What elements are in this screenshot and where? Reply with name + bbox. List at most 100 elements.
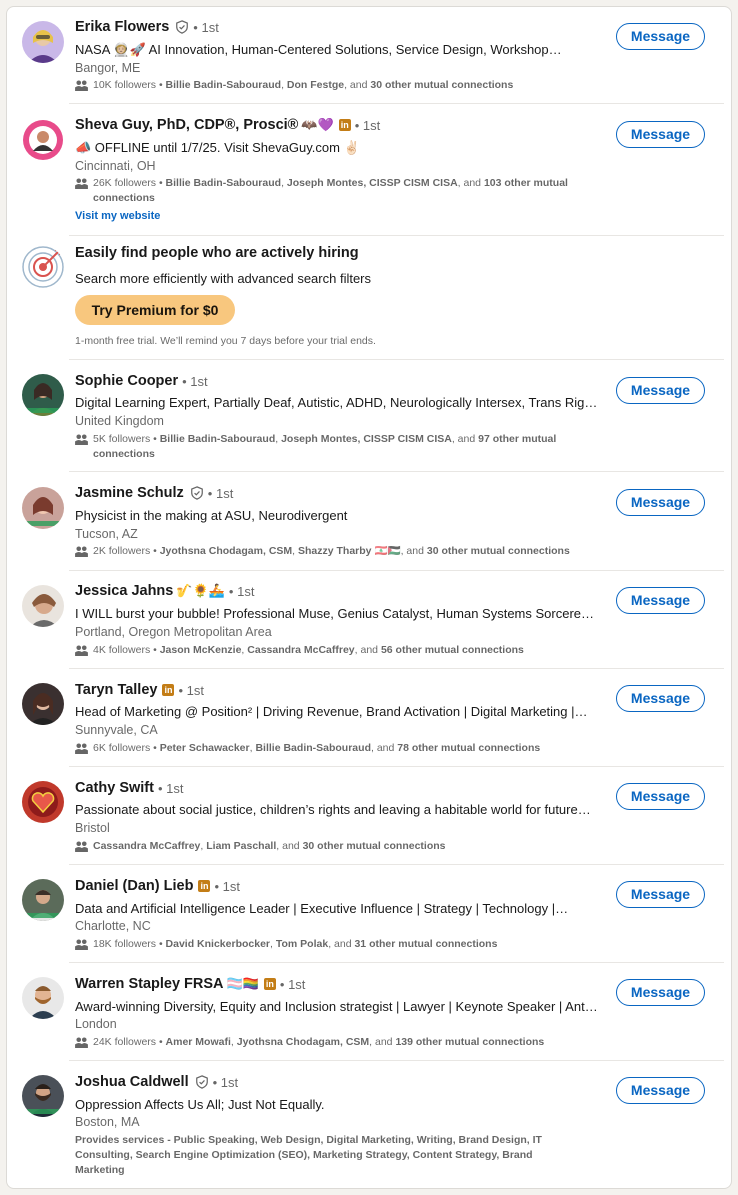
- mutual-connections[interactable]: 10K followers • Billie Badin-Sabouraud, …: [75, 78, 595, 93]
- divider: [69, 471, 724, 472]
- connection-degree: • 1st: [228, 583, 255, 599]
- mutual-connections[interactable]: 4K followers • Jason McKenzie, Cassandra…: [75, 643, 595, 658]
- promo-subtitle: Search more efficiently with advanced se…: [75, 271, 372, 286]
- message-button[interactable]: Message: [616, 881, 705, 908]
- visit-website-link[interactable]: Visit my website: [75, 210, 160, 222]
- follower-count: 5K followers: [93, 433, 151, 445]
- person-location: Bristol: [75, 821, 110, 835]
- divider: [69, 668, 724, 669]
- linkedin-premium-icon: in: [338, 119, 351, 131]
- divider: [69, 766, 724, 767]
- divider: [69, 103, 724, 104]
- person-name[interactable]: Joshua Caldwell: [75, 1074, 189, 1090]
- follower-count: 18K followers: [93, 938, 157, 950]
- name-emoji: 🎷🌻🚣: [176, 583, 225, 598]
- person-name-line: Taryn Talley in • 1st: [75, 682, 204, 698]
- avatar[interactable]: [22, 879, 64, 921]
- person-name-line: Jessica Jahns 🎷🌻🚣 • 1st: [75, 583, 254, 599]
- person-name[interactable]: Sheva Guy, PhD, CDP®, Prosci®: [75, 117, 298, 133]
- person-headline: Oppression Affects Us All; Just Not Equa…: [75, 1097, 325, 1112]
- message-button[interactable]: Message: [616, 783, 705, 810]
- person-headline: Award-winning Diversity, Equity and Incl…: [75, 999, 600, 1014]
- person-name[interactable]: Erika Flowers: [75, 19, 169, 35]
- linkedin-premium-icon: in: [162, 684, 175, 696]
- connection-degree: • 1st: [178, 682, 204, 698]
- avatar[interactable]: [22, 374, 64, 416]
- avatar[interactable]: [22, 781, 64, 823]
- services-summary[interactable]: Provides services - Public Speaking, Web…: [75, 1133, 575, 1178]
- person-name-line: Erika Flowers • 1st: [75, 19, 219, 35]
- avatar[interactable]: [22, 21, 64, 63]
- promo-note: 1-month free trial. We’ll remind you 7 d…: [75, 335, 376, 347]
- person-name[interactable]: Daniel (Dan) Lieb: [75, 878, 193, 894]
- person-name-line: Joshua Caldwell • 1st: [75, 1074, 238, 1090]
- person-location: Sunnyvale, CA: [75, 723, 158, 737]
- connection-degree: • 1st: [214, 878, 240, 894]
- message-button[interactable]: Message: [616, 1077, 705, 1104]
- message-button[interactable]: Message: [616, 979, 705, 1006]
- people-icon: [75, 645, 88, 656]
- person-name[interactable]: Warren Stapley FRSA: [75, 976, 224, 992]
- people-icon: [75, 546, 88, 557]
- message-button[interactable]: Message: [616, 23, 705, 50]
- people-icon: [75, 434, 88, 445]
- divider: [69, 962, 724, 963]
- avatar[interactable]: [22, 487, 64, 529]
- mutual-connections[interactable]: 24K followers • Amer Mowafi, Jyothsna Ch…: [75, 1035, 595, 1050]
- try-premium-button[interactable]: Try Premium for $0: [75, 295, 235, 325]
- connection-degree: • 1st: [193, 19, 219, 35]
- mutual-connections[interactable]: 18K followers • David Knickerbocker, Tom…: [75, 937, 595, 952]
- person-location: Charlotte, NC: [75, 919, 151, 933]
- avatar[interactable]: [22, 977, 64, 1019]
- follower-count: 26K followers: [93, 177, 157, 189]
- person-headline: Digital Learning Expert, Partially Deaf,…: [75, 395, 600, 410]
- mutual-connections[interactable]: 6K followers • Peter Schawacker, Billie …: [75, 741, 595, 756]
- linkedin-premium-icon: in: [263, 978, 276, 990]
- follower-count: 10K followers: [93, 79, 157, 91]
- mutual-connections[interactable]: 5K followers • Billie Badin-Sabouraud, J…: [75, 432, 595, 462]
- person-headline: Head of Marketing @ Position² | Driving …: [75, 704, 588, 719]
- divider: [69, 359, 724, 360]
- person-headline: 📣 OFFLINE until 1/7/25. Visit ShevaGuy.c…: [75, 140, 360, 155]
- person-name[interactable]: Taryn Talley: [75, 682, 157, 698]
- mutual-connections[interactable]: 2K followers • Jyothsna Chodagam, CSM, S…: [75, 544, 595, 559]
- message-button[interactable]: Message: [616, 685, 705, 712]
- name-emoji: 🦇💜: [301, 117, 334, 132]
- person-name[interactable]: Jessica Jahns: [75, 583, 173, 599]
- linkedin-premium-icon: in: [198, 880, 211, 892]
- message-button[interactable]: Message: [616, 489, 705, 516]
- connection-degree: • 1st: [182, 373, 208, 389]
- avatar[interactable]: [22, 585, 64, 627]
- person-location: London: [75, 1017, 117, 1031]
- person-location: United Kingdom: [75, 414, 164, 428]
- avatar[interactable]: [22, 1075, 64, 1117]
- avatar[interactable]: [22, 119, 64, 161]
- divider: [69, 235, 724, 236]
- person-headline: I WILL burst your bubble! Professional M…: [75, 606, 600, 621]
- person-name-line: Sheva Guy, PhD, CDP®, Prosci® 🦇💜 in • 1s…: [75, 117, 380, 133]
- person-name[interactable]: Sophie Cooper: [75, 373, 178, 389]
- name-emoji: 🏳️‍⚧️🏳️‍🌈: [226, 976, 259, 991]
- avatar[interactable]: [22, 683, 64, 725]
- person-location: Bangor, ME: [75, 61, 141, 75]
- mutual-connections[interactable]: Cassandra McCaffrey, Liam Paschall, and …: [75, 839, 595, 854]
- target-icon: [22, 246, 64, 288]
- person-name[interactable]: Cathy Swift: [75, 780, 154, 796]
- person-name[interactable]: Jasmine Schulz: [75, 485, 184, 501]
- person-headline: Passionate about social justice, childre…: [75, 802, 591, 817]
- person-location: Boston, MA: [75, 1115, 140, 1129]
- people-icon: [75, 178, 88, 189]
- follower-count: 24K followers: [93, 1036, 157, 1048]
- person-name-line: Jasmine Schulz • 1st: [75, 485, 233, 501]
- message-button[interactable]: Message: [616, 587, 705, 614]
- message-button[interactable]: Message: [616, 377, 705, 404]
- promo-title: Easily find people who are actively hiri…: [75, 245, 359, 261]
- person-name-line: Sophie Cooper • 1st: [75, 373, 208, 389]
- divider: [69, 1060, 724, 1061]
- verified-icon: [176, 20, 189, 34]
- person-headline: Data and Artificial Intelligence Leader …: [75, 901, 569, 916]
- person-location: Portland, Oregon Metropolitan Area: [75, 625, 272, 639]
- message-button[interactable]: Message: [616, 121, 705, 148]
- person-location: Tucson, AZ: [75, 527, 138, 541]
- mutual-connections[interactable]: 26K followers • Billie Badin-Sabouraud, …: [75, 176, 595, 206]
